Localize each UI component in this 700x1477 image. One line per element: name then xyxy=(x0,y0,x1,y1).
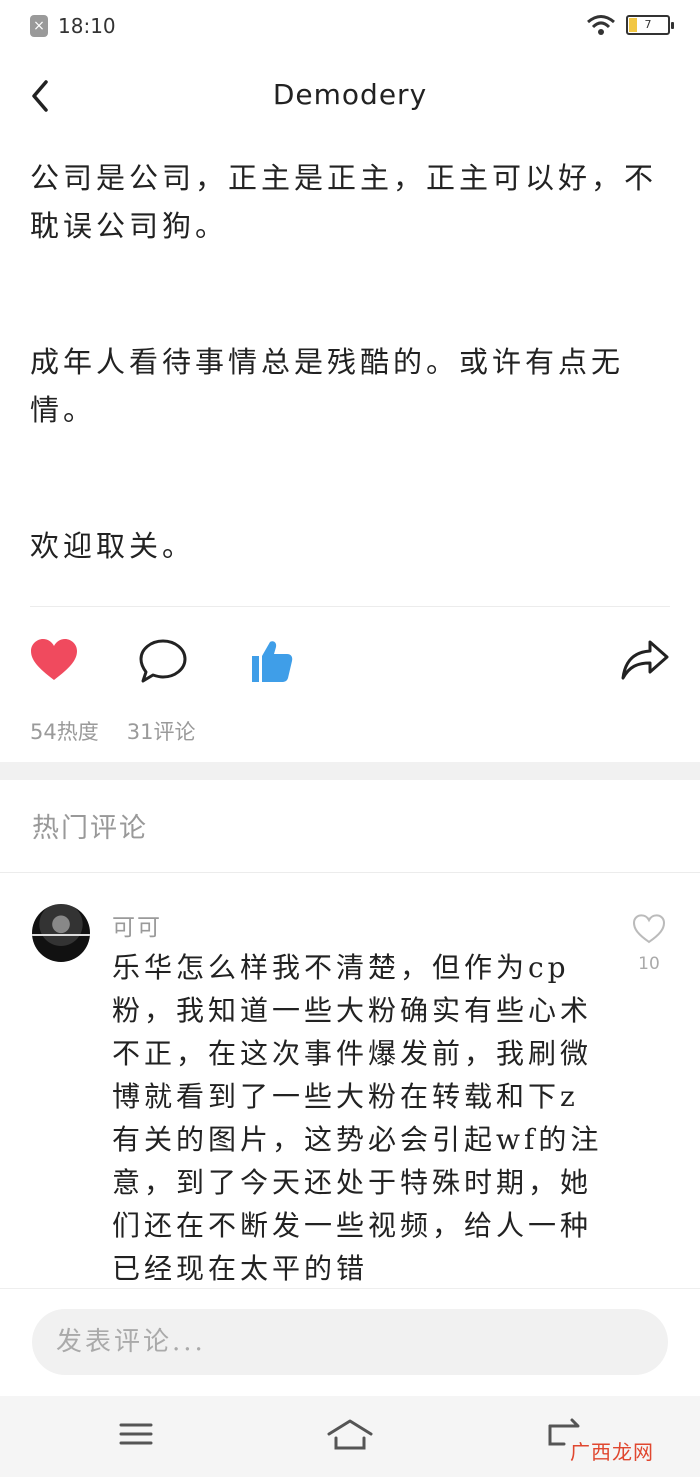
comment-text: 乐华怎么样我不清楚，但作为cp粉，我知道一些大粉确实有些心术不正，在这次事件爆发… xyxy=(112,951,603,1285)
comment-like-button[interactable]: 10 xyxy=(632,914,666,974)
comment-count[interactable]: 31评论 xyxy=(127,716,196,746)
comment-input-bar xyxy=(0,1288,700,1397)
status-left: × 18:10 xyxy=(30,14,116,38)
status-right: 7 xyxy=(586,14,674,36)
post-stats: 54热度 31评论 xyxy=(30,716,195,746)
status-bar: × 18:10 7 xyxy=(0,0,700,54)
menu-icon xyxy=(119,1423,153,1445)
nav-bar: Demodery xyxy=(0,54,700,140)
thumb-up-icon xyxy=(252,641,293,682)
status-time: 18:10 xyxy=(58,14,116,38)
divider xyxy=(30,606,670,607)
heart-outline-icon xyxy=(632,914,666,944)
comment-like-count: 10 xyxy=(638,954,660,974)
wifi-icon xyxy=(587,15,615,35)
post-paragraph: 公司是公司，正主是正主，正主可以好，不耽误公司狗。 xyxy=(30,161,658,243)
action-row xyxy=(0,630,700,700)
heart-icon xyxy=(31,639,77,680)
watermark: 广西龙网 xyxy=(570,1440,654,1464)
section-separator xyxy=(0,762,700,780)
notification-icon: × xyxy=(30,15,48,37)
comment-button[interactable] xyxy=(138,638,188,688)
menu-button[interactable] xyxy=(118,1416,154,1456)
avatar[interactable] xyxy=(32,904,90,962)
home-icon xyxy=(327,1419,373,1450)
share-button[interactable] xyxy=(620,638,670,686)
home-button[interactable] xyxy=(326,1416,374,1460)
heat-count: 54热度 xyxy=(30,720,99,744)
comment-bubble-icon xyxy=(139,639,187,683)
hot-comments-title: 热门评论 xyxy=(32,813,148,844)
post-paragraph: 成年人看待事情总是残酷的。或许有点无情。 xyxy=(30,345,625,427)
post-paragraph: 欢迎取关。 xyxy=(30,529,196,563)
battery-icon: 7 xyxy=(626,15,674,35)
battery-level: 7 xyxy=(644,18,652,31)
thumb-up-button[interactable] xyxy=(248,638,294,688)
divider xyxy=(0,872,700,873)
comment-input[interactable] xyxy=(32,1309,668,1375)
comment-author[interactable]: 可可 xyxy=(112,908,162,942)
share-icon xyxy=(621,640,669,680)
like-button[interactable] xyxy=(30,638,78,686)
page-title: Demodery xyxy=(272,78,428,111)
